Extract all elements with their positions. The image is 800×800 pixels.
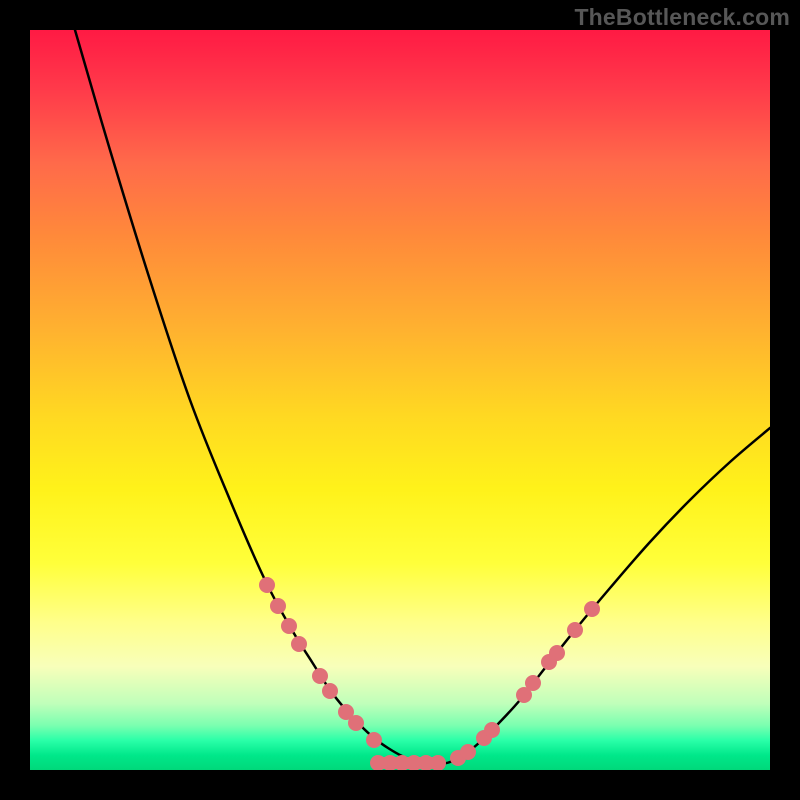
data-marker <box>584 601 600 617</box>
chart-svg <box>30 30 770 770</box>
data-marker <box>366 732 382 748</box>
data-marker <box>460 744 476 760</box>
curve-right-curve <box>435 428 770 765</box>
curve-left-curve <box>75 30 435 765</box>
data-marker <box>281 618 297 634</box>
data-marker <box>291 636 307 652</box>
plot-area <box>30 30 770 770</box>
data-marker <box>348 715 364 731</box>
data-marker <box>525 675 541 691</box>
data-marker <box>484 722 500 738</box>
data-marker <box>312 668 328 684</box>
data-marker <box>259 577 275 593</box>
data-marker <box>567 622 583 638</box>
data-marker <box>270 598 286 614</box>
watermark-text: TheBottleneck.com <box>574 4 790 31</box>
chart-container: TheBottleneck.com <box>0 0 800 800</box>
data-marker <box>549 645 565 661</box>
data-marker <box>322 683 338 699</box>
